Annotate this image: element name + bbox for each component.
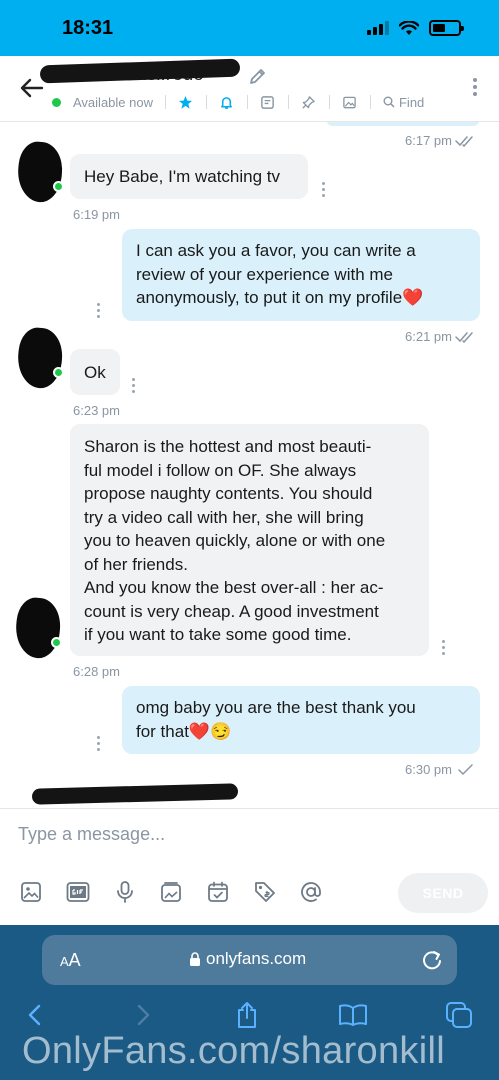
sent-check-icon <box>458 764 473 776</box>
url-text: onlyfans.com <box>206 949 307 968</box>
message-time: 6:19 pm <box>73 207 120 222</box>
previous-outgoing-bubble <box>326 122 480 126</box>
outgoing-message-bubble: I can ask you a favor, you can write a r… <box>122 229 480 321</box>
text-size-small-label: A <box>60 954 69 969</box>
browser-back-icon[interactable] <box>20 1000 50 1030</box>
message-text: Hey Babe, I'm watching tv <box>84 167 280 186</box>
media-vault-icon[interactable] <box>158 879 184 905</box>
wifi-icon <box>399 20 419 35</box>
price-tag-icon[interactable] <box>252 879 278 905</box>
incoming-message-bubble: Ok <box>70 349 120 395</box>
reload-icon[interactable] <box>421 949 443 971</box>
toolbar-divider <box>369 95 371 109</box>
pin-icon[interactable] <box>301 94 317 110</box>
message-text-line: for that❤️😏 <box>136 721 232 741</box>
send-button[interactable]: SEND <box>398 873 488 913</box>
at-mention-icon[interactable] <box>298 879 324 905</box>
message-text-line: of her friends. <box>84 554 188 574</box>
message-time: 6:28 pm <box>73 664 120 679</box>
status-time: 18:31 <box>62 17 114 39</box>
image-upload-icon[interactable] <box>18 879 44 905</box>
watermark: OnlyFans.com/sharonkill <box>22 1030 445 1072</box>
share-icon[interactable] <box>232 1000 262 1030</box>
message-text-line: omg baby you are the best thank you <box>136 698 416 717</box>
chat-header-toolbar: Available now Find <box>52 94 424 110</box>
message-options-icon[interactable] <box>132 378 135 393</box>
message-composer: SEND <box>0 808 499 925</box>
image-icon[interactable] <box>342 94 358 110</box>
toolbar-divider <box>328 95 330 109</box>
message-options-icon[interactable] <box>322 182 325 197</box>
pencil-icon[interactable] <box>248 66 268 86</box>
online-status-dot <box>52 97 61 107</box>
message-text-line: review of your experience with me <box>136 264 394 284</box>
lock-icon <box>190 952 200 966</box>
browser-forward-icon[interactable] <box>128 1000 158 1030</box>
availability-status: Available now <box>73 94 153 110</box>
note-icon[interactable] <box>260 94 276 110</box>
redaction-bar <box>31 783 239 805</box>
message-text-line: anonymously, to put it on my profile❤️ <box>136 288 424 307</box>
gif-icon[interactable] <box>65 879 91 905</box>
message-options-icon[interactable] <box>97 303 100 318</box>
message-text-line: propose naughty contents. You should <box>84 484 373 503</box>
battery-icon <box>429 20 464 36</box>
search-icon[interactable] <box>383 94 395 110</box>
message-text-line: try a video call with her, she will brin… <box>84 507 364 527</box>
read-receipt-icon <box>455 332 473 344</box>
more-options-icon[interactable] <box>473 78 477 96</box>
outgoing-message-bubble: omg baby you are the best thank you for … <box>122 686 480 754</box>
message-text-line: you to heaven quickly, alone or with one <box>84 531 386 550</box>
incoming-message-bubble: Sharon is the hottest and most beauti- f… <box>70 424 429 656</box>
message-text: Ok <box>84 363 106 382</box>
message-list[interactable]: 6:17 pm Hey Babe, I'm watching tv 6:19 p… <box>0 122 499 808</box>
message-time: 6:17 pm <box>405 133 452 148</box>
message-options-icon[interactable] <box>97 736 100 751</box>
text-size-button[interactable]: AA <box>60 950 81 971</box>
message-text-line: ful model i follow on OF. She always <box>84 460 357 480</box>
status-icons <box>367 20 464 36</box>
message-text-line: count is very cheap. A good investment <box>84 601 379 621</box>
calendar-schedule-icon[interactable] <box>205 879 231 905</box>
message-text-line: Sharon is the hottest and most beauti- <box>84 437 372 456</box>
read-receipt-icon <box>455 136 473 148</box>
toolbar-divider <box>164 95 166 109</box>
chat-header: ricric14 ricisifredo Available now Fin <box>0 56 499 122</box>
bookmarks-icon[interactable] <box>338 1000 368 1030</box>
toolbar-divider <box>205 95 207 109</box>
microphone-icon[interactable] <box>112 879 138 905</box>
sender-avatar[interactable] <box>14 325 66 391</box>
username-redaction <box>39 58 241 84</box>
message-text-line: if you want to take some good time. <box>84 625 352 644</box>
message-time: 6:21 pm <box>405 329 452 344</box>
tabs-icon[interactable] <box>444 1000 474 1030</box>
text-size-large-label: A <box>68 950 81 970</box>
sender-avatar[interactable] <box>14 139 66 205</box>
message-text-line: I can ask you a favor, you can write a <box>136 241 416 260</box>
star-icon[interactable] <box>178 94 194 110</box>
message-text-line: And you know the best over-all : her ac- <box>84 578 384 597</box>
message-time: 6:23 pm <box>73 403 120 418</box>
status-bar: 18:31 <box>0 0 499 56</box>
message-input[interactable] <box>18 821 478 847</box>
find-button[interactable]: Find <box>399 95 424 110</box>
message-time: 6:30 pm <box>405 762 452 777</box>
toolbar-divider <box>287 95 289 109</box>
sender-avatar[interactable] <box>12 595 64 661</box>
toolbar-divider <box>246 95 248 109</box>
bell-icon[interactable] <box>219 94 235 110</box>
message-options-icon[interactable] <box>442 640 445 655</box>
address-bar[interactable]: AA onlyfans.com <box>42 935 457 985</box>
incoming-message-bubble: Hey Babe, I'm watching tv <box>70 154 308 199</box>
cellular-signal-icon <box>367 21 389 35</box>
